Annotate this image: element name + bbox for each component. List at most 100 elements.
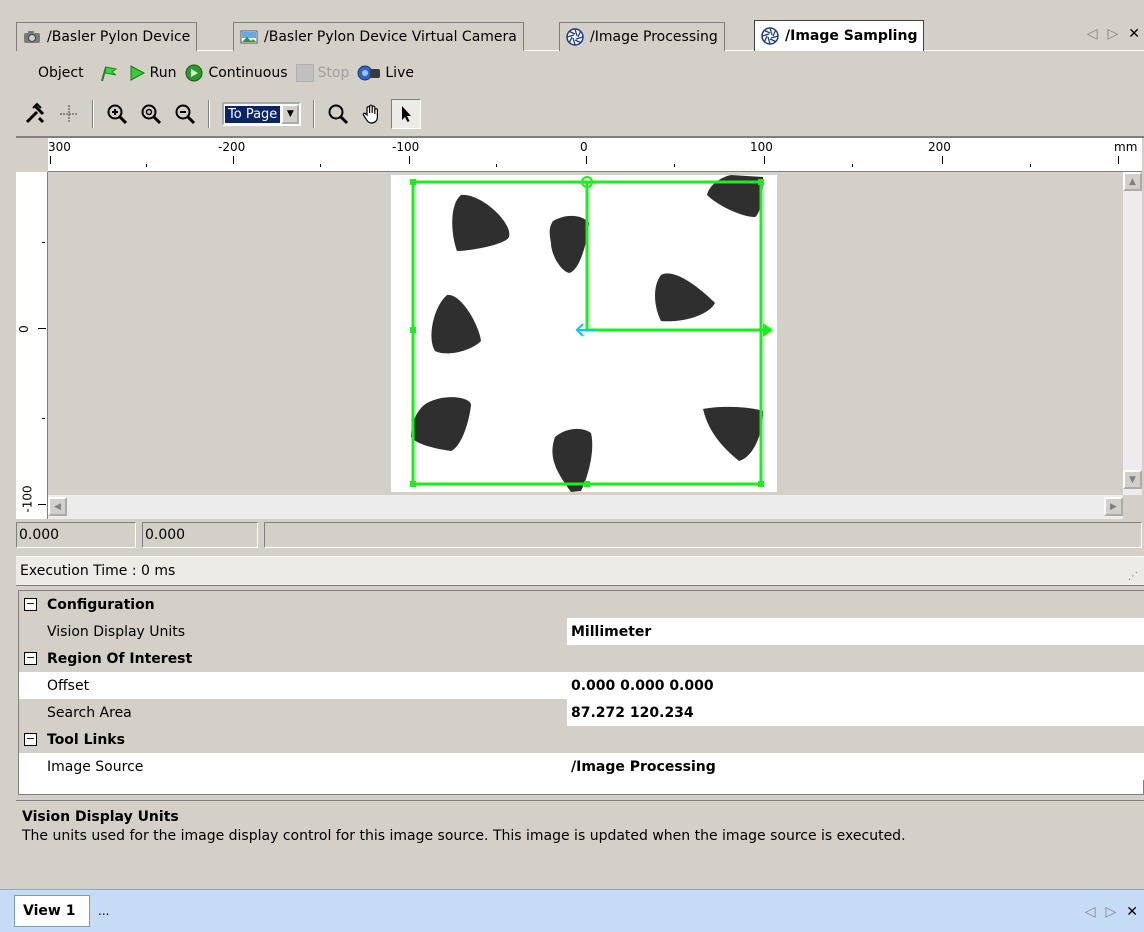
ruler-unit-label: mm [1114,140,1138,154]
scroll-left-icon[interactable]: ◁ [1087,26,1098,42]
stop-button[interactable]: Stop [295,64,349,82]
sampled-image [391,175,777,492]
view-tab-navigation: ◁ ▷ ✕ [1085,904,1138,920]
property-name: Vision Display Units [47,623,186,640]
live-button[interactable]: Live [357,63,414,83]
vertical-scrollbar[interactable]: ▲ ▼ [1123,172,1142,495]
ruler-label: -200 [218,140,246,154]
category-tool-links[interactable]: − Tool Links [19,726,1144,753]
collapse-icon[interactable]: − [24,652,37,665]
tab-image-processing[interactable]: /Image Processing [559,22,725,51]
tab-navigation: ◁ ▷ ✕ [1087,26,1140,42]
zoom-in-icon[interactable] [102,99,132,129]
y-coordinate: 0.000 [142,522,258,548]
scroll-up-icon[interactable]: ▲ [1123,172,1142,191]
resize-grip-icon[interactable]: ⋰ [1128,571,1138,582]
scroll-right-icon[interactable]: ▷ [1105,904,1116,920]
property-value[interactable]: /Image Processing [571,759,716,775]
tab-basler-pylon-device-virtual-camera[interactable]: /Basler Pylon Device Virtual Camera [233,22,524,51]
coordinate-readout: 0.000 0.000 [16,519,1144,551]
tab-label: /Basler Pylon Device [47,29,191,45]
document-tab-bar: /Basler Pylon Device /Basler Pylon Devic… [16,20,1144,51]
vertical-ruler: 0 -100 [16,172,48,519]
collapse-icon[interactable]: − [24,598,37,611]
tab-label: /Image Sampling [785,28,918,44]
object-menu-button[interactable]: Object [38,65,84,81]
image-canvas[interactable] [48,172,1123,495]
magnifier-icon[interactable] [323,99,353,129]
continuous-run-icon [185,64,203,82]
property-value-cell[interactable] [567,618,1144,645]
property-name: Offset [47,677,90,694]
tools-icon[interactable] [20,99,50,129]
category-region-of-interest[interactable]: − Region Of Interest [19,645,1144,672]
execution-time-bar: Execution Time : 0 ms ⋰ [16,556,1144,586]
tab-label: /Image Processing [590,29,718,45]
scroll-left-icon[interactable]: ◀ [48,497,67,516]
category-configuration[interactable]: − Configuration [19,591,1144,618]
property-value[interactable]: 87.272 120.234 [571,705,694,721]
crosshair-icon[interactable] [54,99,84,129]
property-value[interactable]: Millimeter [571,624,651,640]
ruler-label: 300 [48,140,71,154]
description-text: The units used for the image display con… [22,828,906,844]
stop-icon [295,64,314,82]
property-name: Image Source [47,758,144,775]
image-viewer[interactable]: 300 -200 -100 0 100 200 mm 0 -100 ▲ ▼ ◀ … [16,136,1144,519]
execution-time-text: Execution Time : 0 ms [20,563,176,579]
scroll-left-icon[interactable]: ◁ [1085,904,1096,920]
view-tab-bar: View 1 ... ◁ ▷ ✕ [0,889,1144,932]
horizontal-ruler: 300 -200 -100 0 100 200 mm [48,138,1142,172]
live-label: Live [385,65,414,81]
scroll-right-icon[interactable]: ▷ [1107,26,1118,42]
property-vision-display-units[interactable]: Vision Display Units Millimeter [19,618,1144,645]
ruler-label: -100 [392,140,420,154]
ruler-label: -100 [20,485,35,513]
select-pointer-icon[interactable] [391,99,422,129]
zoom-fit-icon[interactable] [136,99,166,129]
property-name: Search Area [47,704,132,721]
tab-view-1[interactable]: View 1 [14,895,90,927]
category-title: Tool Links [47,731,125,748]
more-views-button[interactable]: ... [98,904,109,918]
scroll-down-icon[interactable]: ▼ [1123,470,1142,489]
zoom-select[interactable]: To Page ▼ [222,102,302,126]
property-description-panel: Vision Display Units The units used for … [16,800,1144,886]
tab-image-sampling[interactable]: /Image Sampling [754,20,925,51]
description-title: Vision Display Units [22,809,179,825]
x-coordinate: 0.000 [16,522,136,548]
run-button[interactable]: Run [128,64,177,82]
window-frame-top [0,0,1144,16]
chevron-down-icon[interactable]: ▼ [281,104,300,124]
scroll-right-icon[interactable]: ▶ [1104,497,1123,516]
continuous-button[interactable]: Continuous [184,63,288,83]
tab-label: /Basler Pylon Device Virtual Camera [264,29,517,45]
window-frame-left [0,0,16,932]
aperture-icon [761,27,779,45]
close-icon[interactable]: ✕ [1126,904,1138,920]
run-label: Run [149,65,177,81]
view-toolbar: To Page ▼ [16,96,1144,132]
continuous-label: Continuous [208,65,288,81]
property-offset[interactable]: Offset 0.000 0.000 0.000 [19,672,1144,699]
property-grid: − Configuration Vision Display Units Mil… [18,590,1144,795]
category-title: Configuration [47,596,155,613]
property-search-area[interactable]: Search Area 87.272 120.234 [19,699,1144,726]
status-field [264,522,1142,548]
flag-icon[interactable] [98,63,120,83]
zoom-select-value: To Page [225,105,281,123]
ruler-corner [16,138,48,172]
picture-icon [240,28,258,46]
collapse-icon[interactable]: − [24,733,37,746]
pan-hand-icon[interactable] [357,99,387,129]
toolbar-separator [313,100,316,128]
close-icon[interactable]: ✕ [1128,26,1140,42]
viewer-corner [1123,495,1142,519]
category-title: Region Of Interest [47,650,193,667]
property-image-source[interactable]: Image Source /Image Processing [19,753,1144,780]
property-name-cell [19,672,567,699]
zoom-out-icon[interactable] [170,99,200,129]
horizontal-scrollbar[interactable]: ◀ ▶ [48,495,1123,519]
property-value[interactable]: 0.000 0.000 0.000 [571,678,714,694]
tab-basler-pylon-device[interactable]: /Basler Pylon Device [16,22,198,51]
